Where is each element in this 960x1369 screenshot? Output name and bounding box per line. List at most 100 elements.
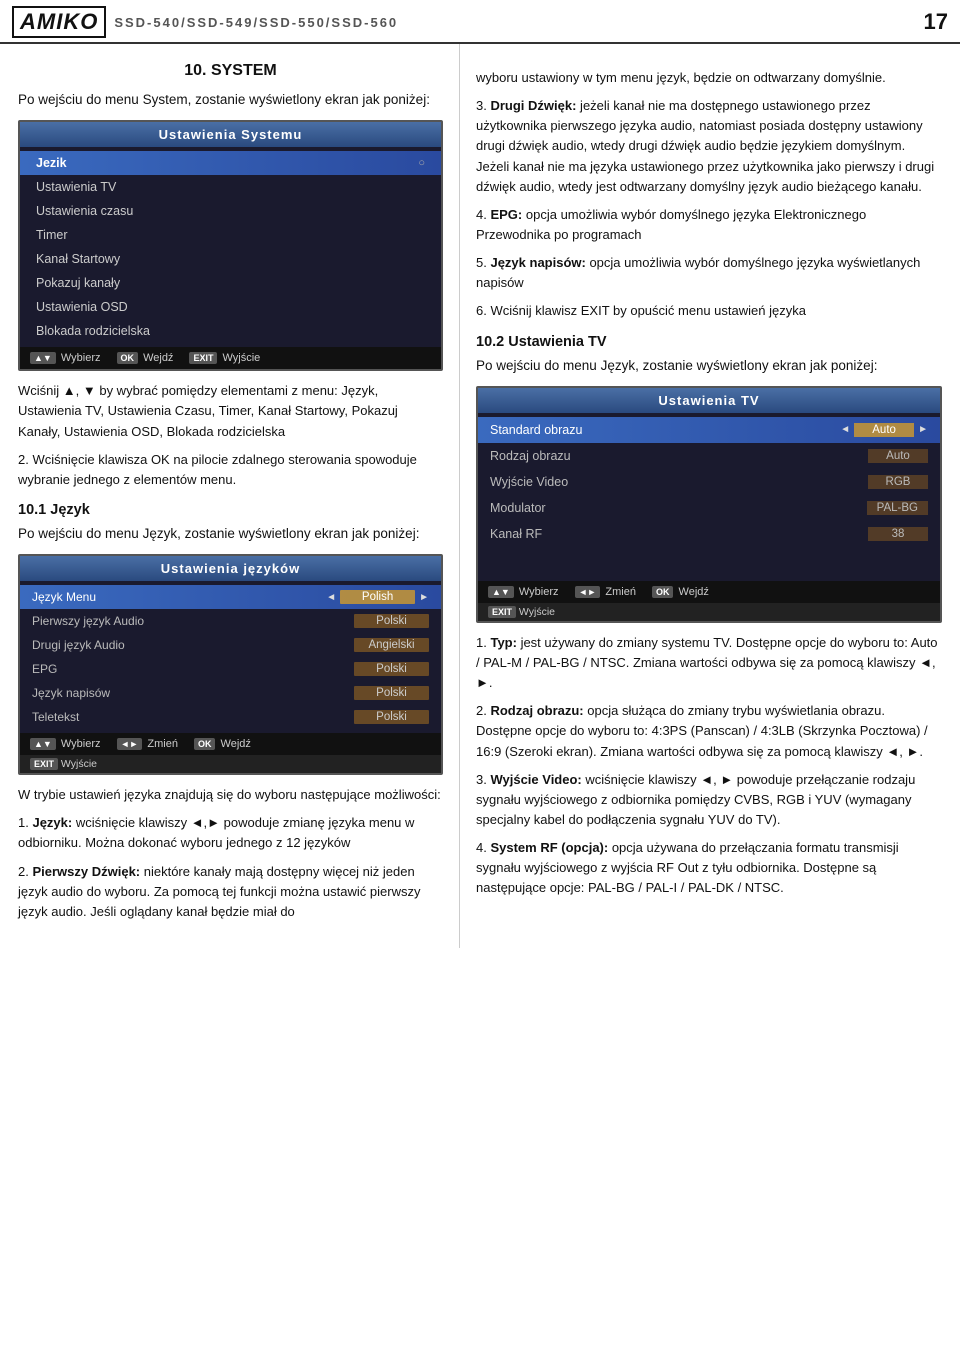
exit-icon: EXIT [30, 758, 58, 770]
lang-section-title: 10.1 Język [18, 502, 443, 518]
lang-bottom-bar-2: EXIT Wyjście [20, 755, 441, 773]
lang-row-audio2[interactable]: Drugi język Audio Angielski [20, 633, 441, 657]
lang-intro: Po wejściu do menu Język, zostanie wyświ… [18, 524, 443, 544]
menu-item-label: Kanał Startowy [36, 252, 120, 266]
tv-bottom-bar-2: EXIT Wyjście [478, 603, 940, 621]
lang-item-1: 1. Język: wciśnięcie klawiszy ◄,► powodu… [18, 813, 443, 853]
menu-item-osd[interactable]: Ustawienia OSD [20, 295, 441, 319]
tv-screen-menu: Standard obrazu ◄ Auto ► Rodzaj obrazu A… [478, 413, 940, 581]
menu-item-label: Ustawienia TV [36, 180, 116, 194]
tv-row-value: RGB [868, 475, 928, 489]
tv-row-modulator[interactable]: Modulator PAL-BG [478, 495, 940, 521]
lang-body-intro: W trybie ustawień języka znajdują się do… [18, 785, 443, 805]
right-arrow-icon: ► [419, 592, 429, 603]
tv-screen-mockup: Ustawienia TV Standard obrazu ◄ Auto ► R… [476, 386, 942, 623]
tv-intro: Po wejściu do menu Język, zostanie wyświ… [476, 356, 942, 376]
lang-row-label: Teletekst [32, 710, 354, 724]
menu-item-kanal[interactable]: Kanał Startowy [20, 247, 441, 271]
lang-row-value: Polish [340, 590, 415, 604]
lang-row-label: Język napisów [32, 686, 354, 700]
nav-instruction-1: Wciśnij ▲, ▼ by wybrać pomiędzy elementa… [18, 381, 443, 441]
lang-nav-enter: OK Wejdź [194, 738, 251, 750]
menu-item-timer[interactable]: Timer [20, 223, 441, 247]
lang-row-value: Angielski [354, 638, 429, 652]
tv-row-value: Auto [868, 449, 928, 463]
lang-row-audio1[interactable]: Pierwszy język Audio Polski [20, 609, 441, 633]
right-item-3-bold: Drugi Dźwięk: [490, 98, 576, 113]
tv-row-label: Kanał RF [490, 527, 868, 541]
menu-item-czasu[interactable]: Ustawienia czasu [20, 199, 441, 223]
tv-row-value: PAL-BG [867, 501, 928, 515]
left-arrow-icon: ◄ [326, 592, 336, 603]
tv-item-1-bold: Typ: [490, 635, 516, 650]
tv-item-4-bold: System RF (opcja): [490, 840, 608, 855]
tv-row-rf[interactable]: Kanał RF 38 [478, 521, 940, 547]
page-header: AMIKO SSD-540/SSD-549/SSD-550/SSD-560 17 [0, 0, 960, 44]
tv-row-label: Modulator [490, 501, 867, 515]
lang-screen-mockup: Ustawienia języków Język Menu ◄ Polish ►… [18, 554, 443, 775]
tv-row-label: Standard obrazu [490, 423, 840, 437]
logo: AMIKO [12, 6, 106, 38]
nav-instruction-2: 2. Wciśnięcie klawisza OK na pilocie zda… [18, 450, 443, 490]
lang-item-2: 2. Pierwszy Dźwięk: niektóre kanały mają… [18, 862, 443, 922]
tv-right-arrow: ► [918, 424, 928, 435]
lang-row-value: Polski [354, 686, 429, 700]
tv-row-standard[interactable]: Standard obrazu ◄ Auto ► [478, 417, 940, 443]
system-bottom-bar: ▲▼ Wybierz OK Wejdź EXIT Wyjście [20, 347, 441, 369]
menu-item-pokazuj[interactable]: Pokazuj kanały [20, 271, 441, 295]
menu-item-jezik[interactable]: Jezik ○ [20, 151, 441, 175]
right-item-3: 3. Drugi Dźwięk: jeżeli kanał nie ma dos… [476, 96, 942, 197]
section-title: 10. SYSTEM [18, 62, 443, 80]
left-column: 10. SYSTEM Po wejściu do menu System, zo… [0, 44, 460, 948]
lang-row-menu[interactable]: Język Menu ◄ Polish ► [20, 585, 441, 609]
tv-row-rodzaj[interactable]: Rodzaj obrazu Auto [478, 443, 940, 469]
tv-item-2-bold: Rodzaj obrazu: [490, 703, 583, 718]
tv-item-1: 1. Typ: jest używany do zmiany systemu T… [476, 633, 942, 693]
right-item-5: 5. Język napisów: opcja umożliwia wybór … [476, 253, 942, 293]
lang-row-value: Polski [354, 614, 429, 628]
tv-exit-icon: EXIT [488, 606, 516, 618]
tv-nav-change: ◄► Zmień [575, 586, 636, 598]
lang-nav-select: ▲▼ Wybierz [30, 738, 101, 750]
lang-row-teletekst[interactable]: Teletekst Polski [20, 705, 441, 729]
tv-row-value: Auto [854, 423, 914, 437]
tv-left-arrow: ◄ [840, 424, 850, 435]
menu-item-tv[interactable]: Ustawienia TV [20, 175, 441, 199]
right-item-4-bold: EPG: [490, 207, 522, 222]
main-content: 10. SYSTEM Po wejściu do menu System, zo… [0, 44, 960, 948]
menu-item-label: Ustawienia OSD [36, 300, 128, 314]
right-item-5-bold: Język napisów: [490, 255, 585, 270]
tv-item-3: 3. Wyjście Video: wciśnięcie klawiszy ◄,… [476, 770, 942, 830]
lang-bottom-bar-1: ▲▼ Wybierz ◄► Zmień OK Wejdź [20, 733, 441, 755]
model-text: SSD-540/SSD-549/SSD-550/SSD-560 [114, 15, 398, 30]
lang-item-1-bold: Język: [32, 815, 72, 830]
lang-screen-menu: Język Menu ◄ Polish ► Pierwszy język Aud… [20, 581, 441, 733]
lang-row-value: Polski [354, 710, 429, 724]
tv-row-video[interactable]: Wyjście Video RGB [478, 469, 940, 495]
lang-nav-change: ◄► Zmień [117, 738, 178, 750]
menu-item-blokada[interactable]: Blokada rodzicielska [20, 319, 441, 343]
right-item-6: 6. Wciśnij klawisz EXIT by opuścić menu … [476, 301, 942, 321]
menu-item-label: Ustawienia czasu [36, 204, 133, 218]
tv-row-value: 38 [868, 527, 928, 541]
system-screen-title: Ustawienia Systemu [20, 122, 441, 147]
system-screen-mockup: Ustawienia Systemu Jezik ○ Ustawienia TV… [18, 120, 443, 371]
right-item-4: 4. EPG: opcja umożliwia wybór domyślnego… [476, 205, 942, 245]
logo-area: AMIKO SSD-540/SSD-549/SSD-550/SSD-560 [12, 6, 398, 38]
lang-row-napisy[interactable]: Język napisów Polski [20, 681, 441, 705]
tv-spacer [478, 547, 940, 577]
right-column: wyboru ustawiony w tym menu język, będzi… [460, 44, 960, 948]
lang-row-label: EPG [32, 662, 354, 676]
tv-item-2: 2. Rodzaj obrazu: opcja służąca do zmian… [476, 701, 942, 761]
nav-exit: EXIT Wyjście [189, 352, 260, 364]
menu-item-label: Blokada rodzicielska [36, 324, 150, 338]
page-number: 17 [924, 9, 948, 35]
tv-section-title: 10.2 Ustawienia TV [476, 334, 942, 350]
menu-item-label: Pokazuj kanały [36, 276, 120, 290]
lang-row-epg[interactable]: EPG Polski [20, 657, 441, 681]
tv-nav-select: ▲▼ Wybierz [488, 586, 559, 598]
right-intro: wyboru ustawiony w tym menu język, będzi… [476, 68, 942, 88]
lang-item-2-bold: Pierwszy Dźwięk: [32, 864, 140, 879]
tv-item-4: 4. System RF (opcja): opcja używana do p… [476, 838, 942, 898]
nav-enter: OK Wejdź [117, 352, 174, 364]
